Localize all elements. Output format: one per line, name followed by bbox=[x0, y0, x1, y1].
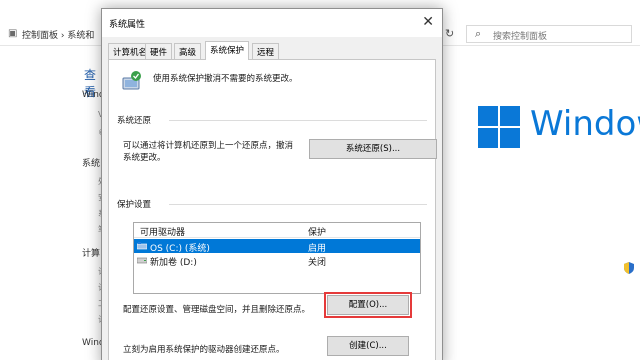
divider bbox=[169, 204, 427, 205]
background-left-panel: 查看 Wind V © 系统 处 安 系 笔 计算 计 计 工 计 Wind bbox=[80, 60, 106, 360]
dialog-titlebar[interactable]: 系统属性 ✕ bbox=[102, 9, 442, 37]
column-header-drives[interactable]: 可用驱动器 bbox=[140, 225, 185, 238]
tab-remote[interactable]: 远程 bbox=[252, 43, 280, 59]
system-protection-icon bbox=[121, 70, 143, 92]
refresh-icon[interactable]: ↻ bbox=[445, 27, 454, 40]
tab-advanced[interactable]: 高级 bbox=[174, 43, 202, 59]
create-button[interactable]: 创建(C)... bbox=[327, 336, 409, 356]
drive-row-c[interactable]: OS (C:) (系统) 启用 bbox=[134, 239, 420, 254]
restore-group-title: 系统还原 bbox=[117, 116, 152, 126]
dialog-title: 系统属性 bbox=[109, 20, 146, 30]
intro-text: 使用系统保护撤消不需要的系统更改。 bbox=[153, 74, 298, 84]
column-header-protection[interactable]: 保护 bbox=[308, 225, 326, 238]
search-input[interactable]: ⌕ 搜索控制面板 bbox=[466, 25, 632, 43]
windows-logo-text: Window bbox=[530, 104, 640, 144]
tab-system-protection[interactable]: 系统保护 bbox=[205, 41, 250, 60]
configure-description: 配置还原设置、管理磁盘空间，并且删除还原点。 bbox=[123, 305, 311, 315]
windows-logo-icon bbox=[478, 106, 520, 148]
breadcrumb[interactable]: 控制面板 › 系统和 bbox=[22, 28, 94, 41]
drive-row-d[interactable]: 新加卷 (D:) 关闭 bbox=[134, 253, 420, 268]
tab-hardware[interactable]: 硬件 bbox=[145, 43, 173, 59]
system-drive-icon bbox=[136, 242, 148, 250]
drive-list[interactable]: 可用驱动器 保护 OS (C:) (系统) 启用 新加卷 (D:) 关闭 bbox=[133, 222, 421, 294]
drive-name: 新加卷 (D:) bbox=[150, 258, 197, 268]
system-properties-dialog: 系统属性 ✕ 计算机名 硬件 高级 系统保护 远程 使用系统保护撤消不需要的系统… bbox=[101, 8, 443, 360]
drive-status: 关闭 bbox=[308, 258, 327, 268]
control-panel-icon: ▣ bbox=[8, 28, 18, 39]
system-restore-button[interactable]: 系统还原(S)... bbox=[309, 139, 437, 159]
drive-list-header: 可用驱动器 保护 bbox=[134, 223, 420, 238]
left-item: 系统 bbox=[82, 159, 101, 169]
search-placeholder: 搜索控制面板 bbox=[493, 32, 548, 42]
system-protection-panel: 使用系统保护撤消不需要的系统更改。 系统还原 可以通过将计算机还原到上一个还原点… bbox=[108, 59, 437, 360]
create-description: 立刻为启用系统保护的驱动器创建还原点。 bbox=[123, 345, 285, 355]
divider bbox=[169, 120, 427, 121]
configure-button[interactable]: 配置(O)... bbox=[324, 292, 412, 318]
close-icon[interactable]: ✕ bbox=[422, 14, 434, 30]
shield-icon[interactable] bbox=[624, 262, 638, 276]
drive-icon bbox=[136, 256, 148, 264]
search-icon: ⌕ bbox=[475, 27, 482, 40]
left-item: 计算 bbox=[82, 249, 101, 259]
restore-description: 可以通过将计算机还原到上一个还原点，撤消 系统更改。 bbox=[123, 141, 294, 163]
protection-group-title: 保护设置 bbox=[117, 200, 152, 210]
